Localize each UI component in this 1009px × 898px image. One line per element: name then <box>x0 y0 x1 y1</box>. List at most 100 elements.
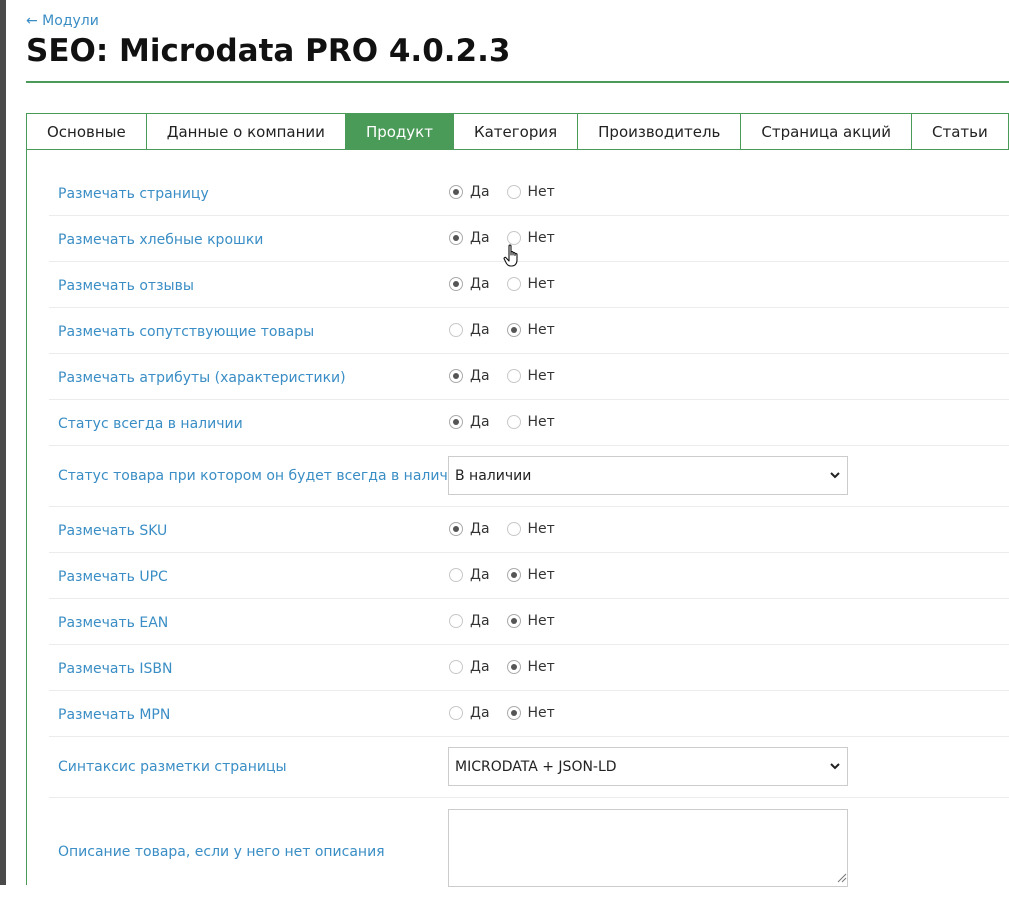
tab-articles[interactable]: Статьи <box>910 113 1009 150</box>
setting-row-select: Синтаксис разметки страницы MICRODATA + … <box>49 737 1009 798</box>
radio-label: Нет <box>527 368 555 384</box>
radio-option-no[interactable]: Нет <box>506 567 555 583</box>
tab-company-data[interactable]: Данные о компании <box>145 113 345 150</box>
setting-row: Размечать SKU Да Нет <box>49 507 1009 553</box>
radio-option-yes[interactable]: Да <box>449 322 490 338</box>
radio-button[interactable] <box>449 185 463 199</box>
radio-label: Нет <box>527 613 555 629</box>
setting-row: Размечать UPC Да Нет <box>49 553 1009 599</box>
setting-row: Размечать отзывы Да Нет <box>49 262 1009 308</box>
radio-button[interactable] <box>506 660 521 674</box>
radio-dot <box>453 419 459 425</box>
radio-option-no[interactable]: Нет <box>506 276 555 292</box>
radio-button[interactable] <box>449 522 463 536</box>
fallback-description-textarea[interactable] <box>448 809 848 887</box>
radio-button[interactable] <box>506 614 521 628</box>
tab-product[interactable]: Продукт <box>344 113 453 150</box>
hand-cursor-icon <box>503 244 518 267</box>
tab-general[interactable]: Основные <box>26 113 146 150</box>
radio-option-no[interactable]: Нет <box>506 613 555 629</box>
radio-button[interactable] <box>506 323 521 337</box>
setting-label: Описание товара, если у него нет описани… <box>58 844 385 860</box>
radio-button[interactable] <box>449 614 463 628</box>
radio-option-no[interactable]: Нет <box>506 659 555 675</box>
radio-button[interactable] <box>506 568 521 582</box>
radio-option-yes[interactable]: Да <box>449 414 490 430</box>
setting-row-textarea: Описание товара, если у него нет описани… <box>49 798 1009 898</box>
radio-label: Да <box>470 659 490 675</box>
setting-label: Размечать атрибуты (характеристики) <box>58 370 346 386</box>
radio-option-no[interactable]: Нет <box>506 705 555 721</box>
radio-button[interactable] <box>449 277 463 291</box>
radio-button[interactable] <box>506 415 521 429</box>
radio-label: Да <box>470 184 490 200</box>
radio-label: Да <box>470 276 490 292</box>
setting-label: Размечать сопутствующие товары <box>58 324 315 340</box>
radio-label: Да <box>470 322 490 338</box>
radio-label: Нет <box>527 276 555 292</box>
radio-option-yes[interactable]: Да <box>449 567 490 583</box>
radio-label: Да <box>470 521 490 537</box>
radio-label: Да <box>470 230 490 246</box>
markup-syntax-select[interactable]: MICRODATA + JSON-LD <box>448 747 848 786</box>
setting-row: Размечать страницу Да Нет <box>49 170 1009 216</box>
radio-option-yes[interactable]: Да <box>449 705 490 721</box>
radio-option-no[interactable]: Нет <box>506 414 555 430</box>
radio-label: Нет <box>527 414 555 430</box>
settings-tabs: Основные Данные о компании Продукт Катег… <box>26 113 1009 150</box>
setting-row: Размечать EAN Да Нет <box>49 599 1009 645</box>
radio-dot <box>453 281 459 287</box>
radio-button[interactable] <box>506 277 521 291</box>
radio-button[interactable] <box>506 231 521 245</box>
radio-button[interactable] <box>449 231 463 245</box>
radio-button[interactable] <box>449 706 463 720</box>
setting-row: Размечать хлебные крошки Да Нет <box>49 216 1009 262</box>
setting-label: Статус всегда в наличии <box>58 416 243 432</box>
title-divider <box>26 81 1009 83</box>
radio-dot <box>453 189 459 195</box>
back-to-modules-link[interactable]: ← Модули <box>26 13 99 29</box>
radio-option-yes[interactable]: Да <box>449 659 490 675</box>
yes-no-radio-group: Да Нет <box>449 368 572 384</box>
radio-label: Да <box>470 705 490 721</box>
radio-option-yes[interactable]: Да <box>449 521 490 537</box>
radio-button[interactable] <box>506 369 521 383</box>
radio-dot <box>510 618 517 624</box>
radio-label: Нет <box>527 322 555 338</box>
radio-option-no[interactable]: Нет <box>506 184 555 200</box>
radio-button[interactable] <box>449 323 463 337</box>
radio-button[interactable] <box>506 706 521 720</box>
tab-category[interactable]: Категория <box>452 113 578 150</box>
page-title: SEO: Microdata PRO 4.0.2.3 <box>26 33 511 69</box>
radio-dot <box>453 235 459 241</box>
radio-button[interactable] <box>449 660 463 674</box>
radio-option-yes[interactable]: Да <box>449 368 490 384</box>
radio-label: Да <box>470 368 490 384</box>
radio-dot <box>510 572 517 578</box>
tab-manufacturer[interactable]: Производитель <box>577 113 741 150</box>
radio-button[interactable] <box>506 185 521 199</box>
radio-label: Нет <box>527 705 555 721</box>
radio-option-no[interactable]: Нет <box>506 322 555 338</box>
tab-specials-page[interactable]: Страница акций <box>740 113 911 150</box>
yes-no-radio-group: Да Нет <box>449 705 572 721</box>
radio-option-no[interactable]: Нет <box>506 368 555 384</box>
resize-grip-icon[interactable] <box>837 873 847 883</box>
radio-button[interactable] <box>449 369 463 383</box>
radio-dot <box>453 526 459 532</box>
radio-option-yes[interactable]: Да <box>449 276 490 292</box>
setting-label: Размечать страницу <box>58 186 209 202</box>
radio-button[interactable] <box>449 415 463 429</box>
radio-option-yes[interactable]: Да <box>449 613 490 629</box>
setting-label: Размечать MPN <box>58 707 171 723</box>
setting-label: Статус товара при котором он будет всегд… <box>58 468 466 484</box>
radio-option-yes[interactable]: Да <box>449 184 490 200</box>
radio-label: Да <box>470 414 490 430</box>
radio-option-yes[interactable]: Да <box>449 230 490 246</box>
radio-button[interactable] <box>449 568 463 582</box>
radio-button[interactable] <box>506 522 521 536</box>
radio-option-no[interactable]: Нет <box>506 521 555 537</box>
yes-no-radio-group: Да Нет <box>449 521 572 537</box>
stock-status-select[interactable]: В наличии <box>448 456 848 495</box>
setting-label: Синтаксис разметки страницы <box>58 759 287 775</box>
